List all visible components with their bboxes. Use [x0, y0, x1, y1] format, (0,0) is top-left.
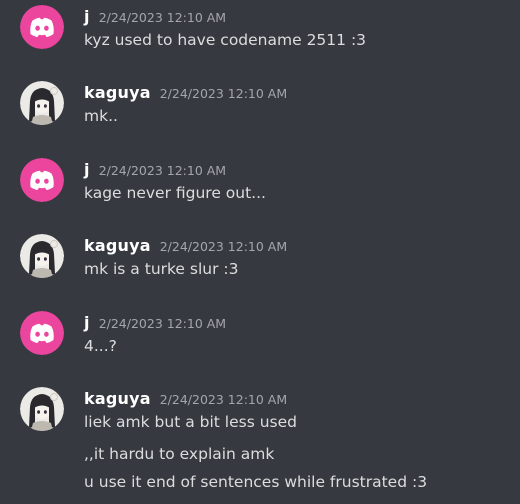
kaguya-avatar-image[interactable]	[20, 387, 64, 431]
message-header: kaguya 2/24/2023 12:10 AM	[84, 83, 287, 103]
kaguya-avatar-image[interactable]	[20, 81, 64, 125]
message-header: j 2/24/2023 12:10 AM	[84, 160, 226, 180]
kaguya-avatar-image[interactable]	[20, 234, 64, 278]
username[interactable]: kaguya	[84, 83, 151, 102]
timestamp[interactable]: 2/24/2023 12:10 AM	[99, 316, 226, 331]
message-text: ,,it hardu to explain amk	[84, 445, 275, 463]
discord-default-avatar-icon[interactable]	[20, 311, 64, 355]
discord-default-avatar-icon[interactable]	[20, 5, 64, 49]
timestamp[interactable]: 2/24/2023 12:10 AM	[160, 392, 287, 407]
timestamp[interactable]: 2/24/2023 12:10 AM	[99, 10, 226, 25]
message-text: liek amk but a bit less used	[84, 413, 297, 431]
username[interactable]: j	[84, 7, 90, 26]
username[interactable]: j	[84, 160, 90, 179]
message-text: kyz used to have codename 2511 :3	[84, 31, 367, 49]
message-text: 4...?	[84, 337, 117, 355]
chat-message-list: j 2/24/2023 12:10 AM kyz used to have co…	[0, 0, 520, 504]
message-text: mk..	[84, 107, 118, 125]
timestamp[interactable]: 2/24/2023 12:10 AM	[160, 86, 287, 101]
username[interactable]: kaguya	[84, 236, 151, 255]
username[interactable]: j	[84, 313, 90, 332]
timestamp[interactable]: 2/24/2023 12:10 AM	[160, 239, 287, 254]
discord-default-avatar-icon[interactable]	[20, 158, 64, 202]
message-header: kaguya 2/24/2023 12:10 AM	[84, 236, 287, 256]
timestamp[interactable]: 2/24/2023 12:10 AM	[99, 163, 226, 178]
message-text: mk is a turke slur :3	[84, 260, 239, 278]
message-header: j 2/24/2023 12:10 AM	[84, 7, 226, 27]
username[interactable]: kaguya	[84, 389, 151, 408]
message-header: j 2/24/2023 12:10 AM	[84, 313, 226, 333]
message-text: u use it end of sentences while frustrat…	[84, 473, 428, 491]
message-header: kaguya 2/24/2023 12:10 AM	[84, 389, 287, 409]
message-text: kage never figure out...	[84, 184, 266, 202]
